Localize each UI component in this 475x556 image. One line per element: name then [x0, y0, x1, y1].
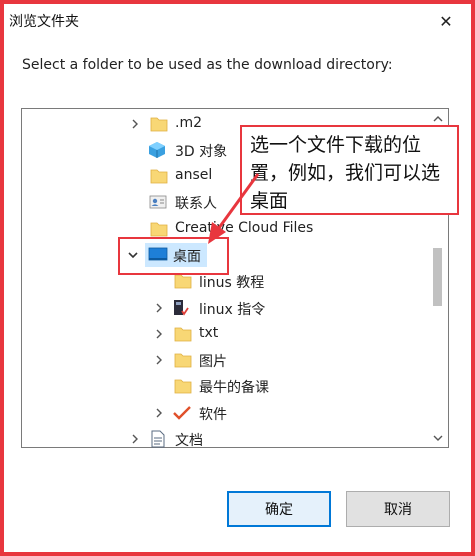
instruction-text: Select a folder to be used as the downlo… — [22, 57, 393, 73]
tree-item-label: .m2 — [175, 115, 202, 131]
tree-item-documents[interactable]: 文档 — [130, 427, 420, 451]
cancel-button[interactable]: 取消 — [346, 491, 450, 527]
linux-folder-icon — [172, 299, 190, 316]
close-icon: ✕ — [439, 11, 453, 31]
tree-item-label: linux 指令 — [199, 302, 266, 318]
scroll-down-button[interactable] — [429, 429, 446, 446]
window-title: 浏览文件夹 — [9, 14, 79, 30]
annotation-callout: 选一个文件下载的位置，例如，我们可以选桌面 — [240, 125, 459, 215]
tree-item-txt[interactable]: txt — [150, 322, 420, 346]
folder-icon — [174, 352, 192, 368]
tree-item-software[interactable]: 软件 — [150, 401, 420, 425]
close-button[interactable]: ✕ — [430, 6, 462, 36]
tree-item-label: txt — [199, 325, 219, 341]
tree-item-label: 软件 — [199, 407, 227, 423]
checkmark-icon — [172, 404, 191, 420]
chevron-right-icon[interactable] — [154, 329, 164, 339]
tree-item-linux-commands[interactable]: linux 指令 — [150, 296, 420, 320]
folder-icon — [174, 378, 192, 394]
contacts-icon — [149, 194, 167, 210]
tree-item-label: 文档 — [175, 433, 203, 449]
tree-item-label: 最牛的备课 — [199, 380, 269, 396]
tree-item-pictures[interactable]: 图片 — [150, 348, 420, 372]
folder-icon — [174, 326, 192, 342]
document-icon — [150, 430, 168, 448]
tree-item-label: 3D 对象 — [175, 144, 228, 160]
ok-button[interactable]: 确定 — [227, 491, 331, 527]
scrollbar-thumb[interactable] — [433, 248, 442, 306]
chevron-right-icon[interactable] — [154, 408, 164, 418]
tree-item-label: 图片 — [199, 354, 227, 370]
tree-item-best-lessons[interactable]: 最牛的备课 — [150, 374, 420, 398]
folder-icon — [150, 168, 168, 184]
folder-icon — [150, 116, 168, 132]
folder-icon — [174, 273, 192, 289]
folder-icon — [150, 221, 168, 237]
annotation-highlight-box — [118, 237, 229, 275]
chevron-right-icon[interactable] — [130, 119, 140, 129]
chevron-right-icon[interactable] — [130, 434, 140, 444]
chevron-right-icon[interactable] — [154, 355, 164, 365]
title-bar: 浏览文件夹 ✕ — [0, 0, 475, 42]
3d-objects-icon — [148, 141, 166, 158]
tree-item-label: linus 教程 — [199, 275, 265, 291]
chevron-right-icon[interactable] — [154, 303, 164, 313]
